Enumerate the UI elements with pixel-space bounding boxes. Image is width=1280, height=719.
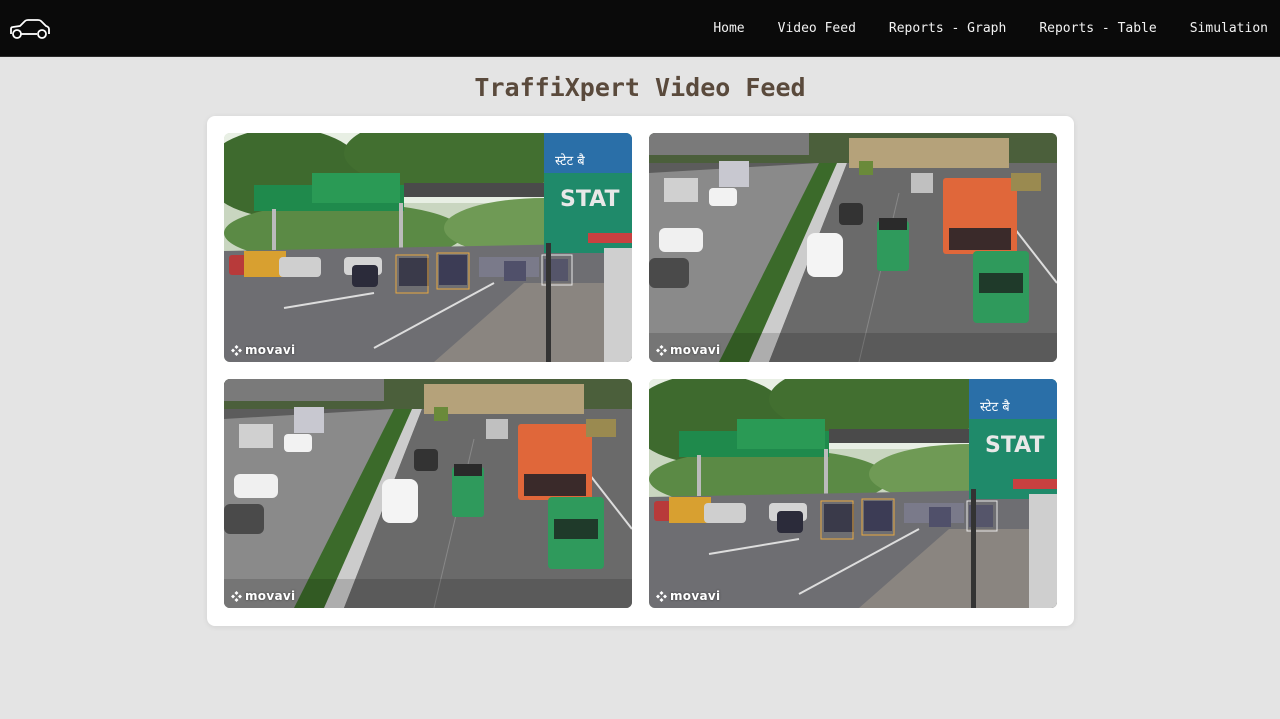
nav-links: Home Video Feed Reports - Graph Reports … xyxy=(696,0,1280,57)
movavi-icon xyxy=(231,344,242,356)
movavi-icon xyxy=(656,590,667,602)
video-frame: स्टेट बै STAT xyxy=(649,379,1057,608)
nav-link-simulation[interactable]: Simulation xyxy=(1173,21,1280,36)
video-feed-2[interactable]: movavi xyxy=(649,133,1057,362)
sign-hindi: स्टेट बै xyxy=(980,399,1010,415)
video-frame xyxy=(224,379,632,608)
watermark: movavi xyxy=(656,589,720,603)
video-feed-4[interactable]: स्टेट बै STAT movavi xyxy=(649,379,1057,608)
top-navbar: Home Video Feed Reports - Graph Reports … xyxy=(0,0,1280,57)
video-feed-1[interactable]: स्टेट बै STAT movavi xyxy=(224,133,632,362)
video-frame xyxy=(649,133,1057,362)
sign-hindi: स्टेट बै xyxy=(555,153,585,169)
nav-link-home[interactable]: Home xyxy=(696,21,760,36)
video-frame: स्टेट बै STAT xyxy=(224,133,632,362)
watermark: movavi xyxy=(656,343,720,357)
video-feed-grid: स्टेट बै STAT movavi movavi movavi स्टेट… xyxy=(207,116,1074,626)
video-feed-3[interactable]: movavi xyxy=(224,379,632,608)
car-icon[interactable] xyxy=(8,17,52,41)
nav-link-reports-graph[interactable]: Reports - Graph xyxy=(872,21,1022,36)
watermark: movavi xyxy=(231,589,295,603)
sign-text: STAT xyxy=(560,187,619,212)
nav-link-reports-table[interactable]: Reports - Table xyxy=(1022,21,1172,36)
nav-link-video-feed[interactable]: Video Feed xyxy=(761,21,872,36)
movavi-icon xyxy=(656,344,667,356)
watermark: movavi xyxy=(231,343,295,357)
page-title: TraffiXpert Video Feed xyxy=(474,73,806,102)
sign-text: STAT xyxy=(985,433,1044,458)
movavi-icon xyxy=(231,590,242,602)
